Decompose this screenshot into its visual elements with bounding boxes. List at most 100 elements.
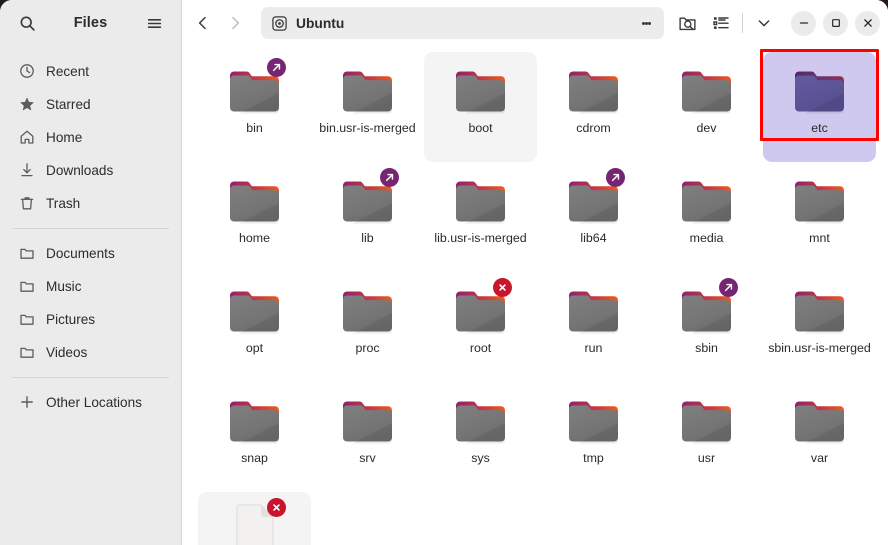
icon-grid: bin bin.usr-is-merged boot cdrom dev etc… — [190, 52, 880, 545]
header-bar: Ubuntu — [182, 0, 888, 46]
sidebar-item-trash[interactable]: Trash — [8, 187, 173, 219]
file-item-etc[interactable]: etc — [763, 52, 876, 162]
minimize-button[interactable] — [791, 10, 816, 36]
file-label: etc — [811, 121, 828, 135]
back-button[interactable] — [188, 8, 218, 38]
chevron-right-icon — [232, 16, 240, 30]
document-icon — [224, 498, 286, 545]
sidebar-item-recent[interactable]: Recent — [8, 55, 173, 87]
sidebar-item-label: Home — [46, 129, 83, 145]
file-label: lib — [361, 231, 374, 245]
breadcrumb-ubuntu[interactable]: Ubuntu — [271, 15, 636, 32]
sidebar-item-label: Other Locations — [46, 394, 142, 410]
view-options-button[interactable] — [748, 7, 780, 39]
file-item-dev[interactable]: dev — [650, 52, 763, 162]
folder-icon — [563, 168, 625, 224]
file-item-usr[interactable]: usr — [650, 382, 763, 492]
file-item-swap-img[interactable]: swap.img — [198, 492, 311, 545]
sidebar-item-videos[interactable]: Videos — [8, 336, 173, 368]
file-item-media[interactable]: media — [650, 162, 763, 272]
download-icon — [18, 162, 35, 179]
sidebar-item-label: Documents — [46, 245, 115, 261]
chevron-left-icon — [198, 16, 206, 30]
folder-icon — [789, 58, 851, 114]
file-item-run[interactable]: run — [537, 272, 650, 382]
folder-icon — [337, 168, 399, 224]
file-item-snap[interactable]: snap — [198, 382, 311, 492]
file-item-bin[interactable]: bin — [198, 52, 311, 162]
symlink-badge-icon — [379, 168, 399, 187]
file-item-sbin[interactable]: sbin — [650, 272, 763, 382]
home-icon — [18, 129, 35, 146]
sidebar-item-downloads[interactable]: Downloads — [8, 154, 173, 186]
file-item-sbin-usr-is-merged[interactable]: sbin.usr-is-merged — [763, 272, 876, 382]
list-view-button[interactable] — [705, 7, 737, 39]
sidebar-item-documents[interactable]: Documents — [8, 237, 173, 269]
folder-icon — [18, 344, 35, 361]
file-item-bin-usr-is-merged[interactable]: bin.usr-is-merged — [311, 52, 424, 162]
file-item-cdrom[interactable]: cdrom — [537, 52, 650, 162]
file-label: lib.usr-is-merged — [434, 231, 527, 245]
access-denied-badge-icon — [492, 278, 512, 297]
sidebar-item-pictures[interactable]: Pictures — [8, 303, 173, 335]
path-bar[interactable]: Ubuntu — [261, 7, 664, 39]
file-item-lib64[interactable]: lib64 — [537, 162, 650, 272]
file-item-lib[interactable]: lib — [311, 162, 424, 272]
folder-icon — [224, 168, 286, 224]
close-button[interactable] — [855, 10, 880, 36]
search-button[interactable] — [671, 7, 703, 39]
sidebar-item-label: Pictures — [46, 311, 96, 327]
file-item-mnt[interactable]: mnt — [763, 162, 876, 272]
folder-icon — [676, 168, 738, 224]
sidebar-item-other-locations[interactable]: Other Locations — [8, 386, 173, 418]
file-label: opt — [245, 341, 264, 355]
folder-icon — [450, 278, 512, 334]
sidebar-item-label: Videos — [46, 344, 88, 360]
file-item-root[interactable]: root — [424, 272, 537, 382]
hamburger-icon — [147, 18, 161, 28]
main-menu-button[interactable] — [139, 8, 169, 38]
folder-icon — [450, 168, 512, 224]
folder-icon — [789, 278, 851, 334]
sidebar-item-home[interactable]: Home — [8, 121, 173, 153]
search-button[interactable] — [12, 8, 42, 38]
folder-search-icon — [678, 17, 696, 30]
star-icon — [18, 96, 35, 113]
sidebar-divider — [12, 228, 169, 229]
file-item-home[interactable]: home — [198, 162, 311, 272]
clock-icon — [18, 63, 35, 80]
folder-icon — [337, 388, 399, 444]
file-label: run — [584, 341, 603, 355]
forward-button[interactable] — [220, 8, 250, 38]
file-view[interactable]: bin bin.usr-is-merged boot cdrom dev etc… — [182, 46, 888, 545]
file-item-boot[interactable]: boot — [424, 52, 537, 162]
sidebar-item-label: Music — [46, 278, 82, 294]
files-window: Files Recent Starred Home Downloads Tras… — [0, 0, 888, 545]
file-label: snap — [241, 451, 268, 465]
file-item-var[interactable]: var — [763, 382, 876, 492]
disk-icon — [271, 15, 288, 32]
folder-icon — [676, 388, 738, 444]
file-label: boot — [468, 121, 493, 135]
sidebar-item-music[interactable]: Music — [8, 270, 173, 302]
file-label: media — [689, 231, 724, 245]
symlink-badge-icon — [718, 278, 738, 297]
file-item-tmp[interactable]: tmp — [537, 382, 650, 492]
file-item-proc[interactable]: proc — [311, 272, 424, 382]
sidebar-title: Files — [73, 15, 108, 31]
maximize-button[interactable] — [823, 10, 848, 36]
file-item-lib-usr-is-merged[interactable]: lib.usr-is-merged — [424, 162, 537, 272]
file-item-srv[interactable]: srv — [311, 382, 424, 492]
trash-icon — [18, 195, 35, 212]
maximize-icon — [831, 19, 840, 27]
location-options-button[interactable] — [636, 10, 656, 36]
file-item-sys[interactable]: sys — [424, 382, 537, 492]
file-item-opt[interactable]: opt — [198, 272, 311, 382]
sidebar-divider — [12, 377, 169, 378]
sidebar-item-starred[interactable]: Starred — [8, 88, 173, 120]
main-area: Ubuntu bin bin.usr-is-merged boot cdrom … — [182, 0, 888, 545]
file-label: home — [239, 231, 270, 245]
access-denied-badge-icon — [266, 498, 286, 517]
folder-icon — [18, 245, 35, 262]
folder-icon — [18, 278, 35, 295]
